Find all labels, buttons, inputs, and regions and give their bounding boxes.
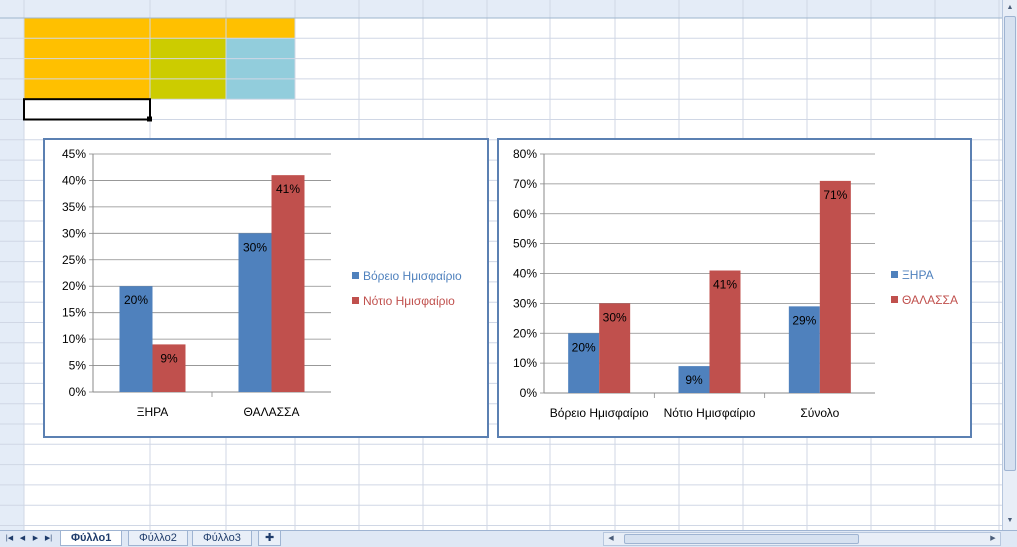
y-tick-label: 80% xyxy=(513,147,537,161)
active-cell-a5[interactable] xyxy=(23,98,151,121)
horizontal-scroll-thumb[interactable] xyxy=(624,534,859,544)
data-label: 20% xyxy=(124,293,148,307)
scroll-down-icon[interactable]: ▼ xyxy=(1004,514,1016,528)
y-tick-label: 15% xyxy=(62,306,86,320)
sea-column-fill xyxy=(226,38,295,100)
x-tick-label: Νότιο Ημισφαίριο xyxy=(664,406,756,420)
data-label: 41% xyxy=(713,278,737,292)
horizontal-scrollbar[interactable]: ◀ ▶ xyxy=(603,532,1001,546)
y-tick-label: 50% xyxy=(513,237,537,251)
last-sheet-icon[interactable]: ▶| xyxy=(43,532,54,545)
land-column-fill xyxy=(150,38,226,100)
bar[interactable] xyxy=(238,233,272,392)
x-tick-label: ΘΑΛΑΣΣΑ xyxy=(244,405,300,419)
y-tick-label: 45% xyxy=(62,147,86,161)
table-header-fill xyxy=(24,18,295,39)
tab-sheet2[interactable]: Φύλλο2 xyxy=(128,531,188,546)
x-tick-label: ΞΗΡΑ xyxy=(137,405,169,419)
y-tick-label: 0% xyxy=(69,385,87,399)
y-tick-label: 20% xyxy=(513,326,537,340)
bar[interactable] xyxy=(819,180,851,393)
y-tick-label: 0% xyxy=(520,386,538,400)
legend-swatch xyxy=(352,272,359,279)
sheet-tab-bar: |◀ ◀ ▶ ▶| Φύλλο1 Φύλλο2 Φύλλο3 ✚ ◀ ▶ xyxy=(0,530,1017,547)
y-tick-label: 30% xyxy=(62,226,86,240)
legend-label: ΘΑΛΑΣΣΑ xyxy=(902,293,958,307)
scroll-right-icon[interactable]: ▶ xyxy=(987,533,999,545)
x-tick-label: Σύνολο xyxy=(800,406,839,420)
chart-by-type-plot: 0% 5% 10% 15% 20% 25% 30% 35% 40% 45% ΞΗΡΑ 20% 9% ΘΑΛ… xyxy=(62,147,462,419)
chart-by-hemisphere-plot: 0% 10% 20% 30% 40% 50% 60% 70% 80% Βόρειο Ημισφαί… xyxy=(513,147,958,420)
legend-label: Βόρειο Ημισφαίριο xyxy=(363,269,462,283)
prev-sheet-icon[interactable]: ◀ xyxy=(17,532,28,545)
legend-swatch xyxy=(352,297,359,304)
y-tick-label: 70% xyxy=(513,177,537,191)
scroll-left-icon[interactable]: ◀ xyxy=(605,533,617,545)
data-label: 71% xyxy=(823,188,847,202)
data-label: 30% xyxy=(243,240,267,254)
data-label: 20% xyxy=(572,340,596,354)
y-tick-label: 25% xyxy=(62,253,86,267)
data-label: 9% xyxy=(160,351,178,365)
fill-handle[interactable] xyxy=(147,116,152,122)
y-tick-label: 5% xyxy=(69,359,87,373)
next-sheet-icon[interactable]: ▶ xyxy=(30,532,41,545)
data-label: 9% xyxy=(685,373,703,387)
legend-label: ΞΗΡΑ xyxy=(902,268,934,282)
data-label: 30% xyxy=(603,310,627,324)
tab-sheet3[interactable]: Φύλλο3 xyxy=(192,531,252,546)
first-sheet-icon[interactable]: |◀ xyxy=(4,532,15,545)
y-tick-label: 40% xyxy=(513,267,537,281)
scroll-up-icon[interactable]: ▲ xyxy=(1004,1,1016,15)
tab-sheet1[interactable]: Φύλλο1 xyxy=(60,531,123,546)
chart-by-type[interactable]: 0% 5% 10% 15% 20% 25% 30% 35% 40% 45% ΞΗΡΑ 20% 9% ΘΑΛ… xyxy=(43,138,489,438)
y-tick-label: 35% xyxy=(62,200,86,214)
chart-by-hemisphere[interactable]: 0% 10% 20% 30% 40% 50% 60% 70% 80% Βόρειο Ημισφαί… xyxy=(497,138,972,438)
vertical-scroll-thumb[interactable] xyxy=(1004,16,1016,471)
legend-swatch xyxy=(891,296,898,303)
y-tick-label: 10% xyxy=(513,356,537,370)
y-tick-label: 30% xyxy=(513,296,537,310)
y-tick-label: 40% xyxy=(62,173,86,187)
data-label: 41% xyxy=(276,182,300,196)
legend-swatch xyxy=(891,271,898,278)
y-tick-label: 10% xyxy=(62,332,86,346)
row-header-bar xyxy=(0,0,24,530)
vertical-scrollbar[interactable]: ▲ ▼ xyxy=(1002,0,1017,530)
y-tick-label: 20% xyxy=(62,279,86,293)
insert-sheet-icon[interactable]: ✚ xyxy=(258,531,282,546)
bar[interactable] xyxy=(271,175,305,392)
data-label: 29% xyxy=(792,313,816,327)
x-tick-label: Βόρειο Ημισφαίριο xyxy=(550,406,649,420)
y-tick-label: 60% xyxy=(513,207,537,221)
spreadsheet-grid[interactable]: 0% 5% 10% 15% 20% 25% 30% 35% 40% 45% ΞΗΡΑ 20% 9% ΘΑΛ… xyxy=(0,0,1017,547)
legend-label: Νότιο Ημισφαίριο xyxy=(363,294,455,308)
